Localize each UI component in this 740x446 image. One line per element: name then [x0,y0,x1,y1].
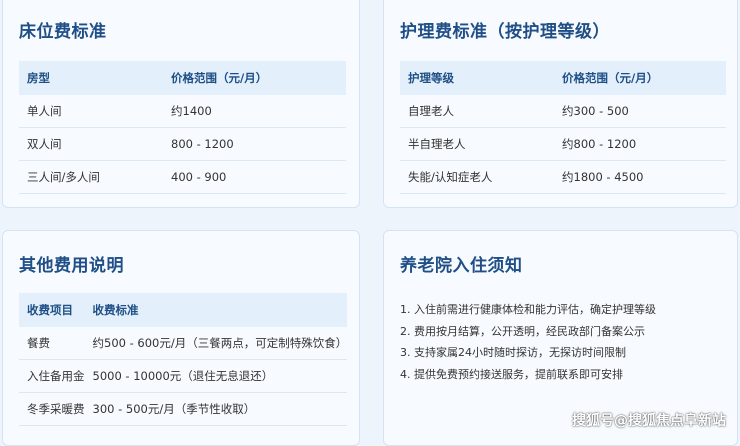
table-row: 入住备用金 5000 - 10000元（退住无息退还） [19,359,348,393]
table-row: 自理老人 约300 - 500 [400,95,726,128]
list-item: 1. 入住前需进行健康体检和能力评估，确定护理等级 [400,303,656,316]
price-cell: 约1800 - 4500 [554,160,726,194]
bed-fee-table: 房型 价格范围（元/月） 单人间 约1400 双人间 800 - 1200 三人… [19,61,346,194]
fee-standard-cell: 300 - 500元/月（季节性收取） [84,392,348,426]
table-header-row: 护理等级 价格范围（元/月） [400,61,726,95]
column-header: 护理等级 [400,61,554,95]
price-cell: 约1400 [163,95,346,128]
list-item: 4. 提供免费预约接送服务，提前联系即可安排 [400,367,623,381]
fee-item-cell: 入住备用金 [19,359,85,393]
admission-notice-title: 养老院入住须知 [400,256,523,276]
column-header: 收费项目 [19,293,85,327]
care-fee-title: 护理费标准（按护理等级） [400,22,610,42]
column-header: 价格范围（元/月） [554,61,726,95]
fee-standard-cell: 约500 - 600元/月（三餐两点，可定制特殊饮食） [84,327,348,360]
table-header-row: 房型 价格范围（元/月） [19,61,346,95]
care-fee-table: 护理等级 价格范围（元/月） 自理老人 约300 - 500 半自理老人 约80… [400,61,726,194]
fee-item-cell: 冬季采暖费 [19,392,85,426]
table-row: 失能/认知症老人 约1800 - 4500 [400,160,726,194]
table-row: 半自理老人 约800 - 1200 [400,127,726,161]
list-item: 3. 支持家属24小时随时探访，无探访时间限制 [400,346,626,359]
other-fee-title: 其他费用说明 [19,256,124,276]
care-level-cell: 自理老人 [400,95,554,128]
table-row: 餐费 约500 - 600元/月（三餐两点，可定制特殊饮食） [19,327,348,360]
watermark: 搜狐号@搜狐焦点阜新站 [572,413,726,429]
table-row: 双人间 800 - 1200 [19,127,346,161]
bed-fee-card: 床位费标准 房型 价格范围（元/月） 单人间 约1400 双人间 800 - 1… [2,0,360,208]
price-cell: 400 - 900 [163,160,346,194]
fee-standard-cell: 5000 - 10000元（退住无息退还） [84,359,348,393]
care-fee-card: 护理费标准（按护理等级） 护理等级 价格范围（元/月） 自理老人 约300 - … [383,0,738,208]
column-header: 价格范围（元/月） [163,61,346,95]
table-row: 单人间 约1400 [19,95,346,128]
room-type-cell: 双人间 [19,127,163,161]
column-header: 房型 [19,61,163,95]
care-level-cell: 半自理老人 [400,127,554,161]
room-type-cell: 单人间 [19,95,163,128]
price-cell: 约800 - 1200 [554,127,726,161]
table-header-row: 收费项目 收费标准 [19,293,348,327]
table-row: 三人间/多人间 400 - 900 [19,160,346,194]
column-header: 收费标准 [84,293,348,327]
room-type-cell: 三人间/多人间 [19,160,163,194]
list-item: 2. 费用按月结算，公开透明，经民政部门备案公示 [400,324,645,338]
bed-fee-title: 床位费标准 [19,22,107,42]
table-row: 冬季采暖费 300 - 500元/月（季节性收取） [19,392,348,426]
care-level-cell: 失能/认知症老人 [400,160,554,194]
other-fee-table: 收费项目 收费标准 餐费 约500 - 600元/月（三餐两点，可定制特殊饮食）… [19,293,348,426]
fee-item-cell: 餐费 [19,327,85,360]
price-cell: 800 - 1200 [163,127,346,161]
other-fee-card: 其他费用说明 收费项目 收费标准 餐费 约500 - 600元/月（三餐两点，可… [2,230,360,446]
notice-list: 1. 入住前需进行健康体检和能力评估，确定护理等级 2. 费用按月结算，公开透明… [400,299,656,385]
price-cell: 约300 - 500 [554,95,726,128]
